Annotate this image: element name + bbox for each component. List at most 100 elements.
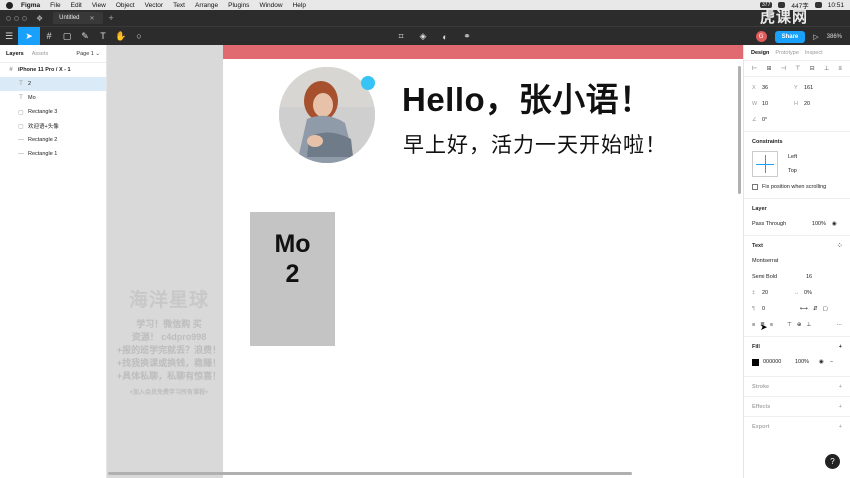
new-tab-icon[interactable]: +	[109, 13, 114, 23]
more-options-icon[interactable]: ⋯	[837, 322, 843, 328]
mo-card[interactable]: Mo 2	[250, 212, 335, 346]
layer-item[interactable]: — Rectangle 2	[0, 133, 106, 147]
menu-text[interactable]: Text	[173, 2, 185, 9]
zoom-dropdown[interactable]: 386%	[827, 34, 842, 40]
frame-header-bar[interactable]	[223, 45, 743, 59]
greeting-text[interactable]: 早上好，活力一天开始啦！	[403, 129, 667, 159]
align-text-bottom-icon[interactable]: ⊥	[806, 322, 811, 328]
font-family-select[interactable]: Montserrat	[752, 258, 778, 264]
text-align-left-icon[interactable]: ≡	[752, 322, 755, 328]
control-center-icon[interactable]	[814, 2, 822, 8]
menu-object[interactable]: Object	[116, 2, 135, 9]
align-h-center-icon[interactable]: ⊞	[766, 65, 771, 72]
horizontal-scrollbar[interactable]	[108, 472, 632, 475]
tab-layers[interactable]: Layers	[6, 51, 24, 57]
close-tab-icon[interactable]: ✕	[90, 15, 95, 22]
layer-frame[interactable]: # iPhone 11 Pro / X - 1	[0, 63, 106, 77]
align-text-middle-icon[interactable]: ⊕	[797, 322, 802, 328]
constraint-horizontal[interactable]: Left	[788, 150, 797, 164]
present-play-icon[interactable]: ▷	[813, 33, 818, 41]
frame-tool-icon[interactable]: #	[40, 27, 58, 46]
font-weight-select[interactable]: Semi Bold	[752, 274, 806, 280]
move-tool-icon[interactable]: ➤	[18, 26, 40, 46]
visibility-eye-icon[interactable]: ◉	[832, 221, 837, 227]
align-v-center-icon[interactable]: ⊟	[810, 65, 815, 72]
text-tool-icon[interactable]: T	[94, 27, 112, 46]
fill-color-swatch[interactable]	[752, 358, 759, 366]
menu-window[interactable]: Window	[259, 2, 282, 9]
mo-text[interactable]: Mo	[274, 229, 310, 259]
blue-dot-ellipse[interactable]	[361, 76, 375, 90]
h-field[interactable]: 20	[804, 101, 836, 107]
fix-position-checkbox[interactable]	[752, 184, 758, 190]
tab-inspect[interactable]: Inspect	[805, 50, 823, 56]
menu-arrange[interactable]: Arrange	[195, 2, 218, 9]
fill-visibility-icon[interactable]: ◉	[819, 359, 824, 365]
component-icon[interactable]: ◈	[414, 27, 432, 46]
fixed-size-icon[interactable]: ▢	[823, 306, 828, 312]
add-effect-icon[interactable]: +	[839, 404, 842, 410]
file-tab[interactable]: Untitled ✕	[53, 12, 103, 24]
auto-width-icon[interactable]: ⟷	[800, 306, 808, 312]
layer-item[interactable]: ▢ Rectangle 3	[0, 105, 106, 119]
apple-icon[interactable]	[6, 1, 13, 9]
canvas[interactable]: Hello，张小语！ 早上好，活力一天开始啦！ Mo 2 海洋星球 学习！微信购…	[107, 45, 743, 478]
user-avatar[interactable]: G	[755, 31, 767, 42]
menu-edit[interactable]: Edit	[71, 2, 82, 9]
y-field[interactable]: 161	[804, 85, 836, 91]
align-text-top-icon[interactable]: ⊤	[787, 322, 792, 328]
remove-fill-icon[interactable]: −	[830, 359, 833, 365]
align-bottom-icon[interactable]: ⊥	[824, 65, 829, 72]
figma-home-icon[interactable]: ❖	[36, 14, 43, 23]
close-window-icon[interactable]	[6, 15, 11, 21]
font-size-field[interactable]: 16	[806, 274, 812, 280]
add-stroke-icon[interactable]: +	[839, 384, 842, 390]
constraint-vertical[interactable]: Top	[788, 164, 797, 178]
w-field[interactable]: 10	[762, 101, 794, 107]
text-styles-icon[interactable]: ⁘	[837, 243, 842, 249]
menu-file[interactable]: File	[50, 2, 60, 9]
layer-item[interactable]: ▢ 欢迎语+头像	[0, 119, 106, 133]
fullscreen-window-icon[interactable]	[22, 15, 27, 21]
opacity-field[interactable]: 100%	[800, 221, 826, 227]
hand-tool-icon[interactable]: ✋	[112, 27, 130, 46]
tab-assets[interactable]: Assets	[32, 51, 49, 57]
menu-view[interactable]: View	[92, 2, 106, 9]
shape-tool-icon[interactable]: ▢	[58, 27, 76, 46]
number-text[interactable]: 2	[286, 259, 300, 289]
add-export-icon[interactable]: +	[839, 424, 842, 430]
distribute-icon[interactable]: ≡	[838, 66, 842, 72]
main-menu-icon[interactable]: ☰	[0, 27, 18, 46]
tab-prototype[interactable]: Prototype	[775, 50, 799, 56]
x-field[interactable]: 36	[762, 85, 794, 91]
menu-plugins[interactable]: Plugins	[228, 2, 249, 9]
hello-heading[interactable]: Hello，张小语！	[402, 73, 653, 121]
align-right-icon[interactable]: ⊣	[781, 65, 786, 72]
text-align-right-icon[interactable]: ≡	[770, 322, 773, 328]
fill-opacity-field[interactable]: 100%	[795, 359, 819, 365]
menu-vector[interactable]: Vector	[145, 2, 163, 9]
line-height-field[interactable]: 20	[762, 290, 794, 296]
letter-spacing-field[interactable]: 0%	[804, 290, 836, 296]
vertical-scrollbar[interactable]	[738, 66, 741, 194]
layer-item[interactable]: — Rectangle 1	[0, 147, 106, 161]
fill-hex-field[interactable]: 000000	[763, 359, 795, 365]
menu-app-name[interactable]: Figma	[21, 2, 40, 9]
blend-mode-select[interactable]: Pass Through	[752, 221, 800, 227]
constraint-widget[interactable]	[752, 151, 778, 177]
page-selector[interactable]: Page 1 ⌄	[76, 51, 100, 57]
crop-icon[interactable]: ⌗	[392, 27, 410, 46]
mask-icon[interactable]: ◐	[436, 27, 454, 46]
align-top-icon[interactable]: ⊤	[795, 65, 800, 72]
share-button[interactable]: Share	[774, 30, 806, 43]
align-left-icon[interactable]: ⊢	[752, 65, 757, 72]
minimize-window-icon[interactable]	[14, 15, 19, 21]
tab-design[interactable]: Design	[751, 50, 769, 56]
paragraph-spacing-field[interactable]: 0	[762, 306, 794, 312]
help-button[interactable]: ?	[825, 454, 840, 469]
auto-height-icon[interactable]: ⇵	[813, 306, 818, 312]
link-icon[interactable]: ⚭	[458, 27, 476, 46]
layer-item[interactable]: T Mo	[0, 91, 106, 105]
pen-tool-icon[interactable]: ✎	[76, 27, 94, 46]
comment-tool-icon[interactable]: ○	[130, 27, 148, 46]
